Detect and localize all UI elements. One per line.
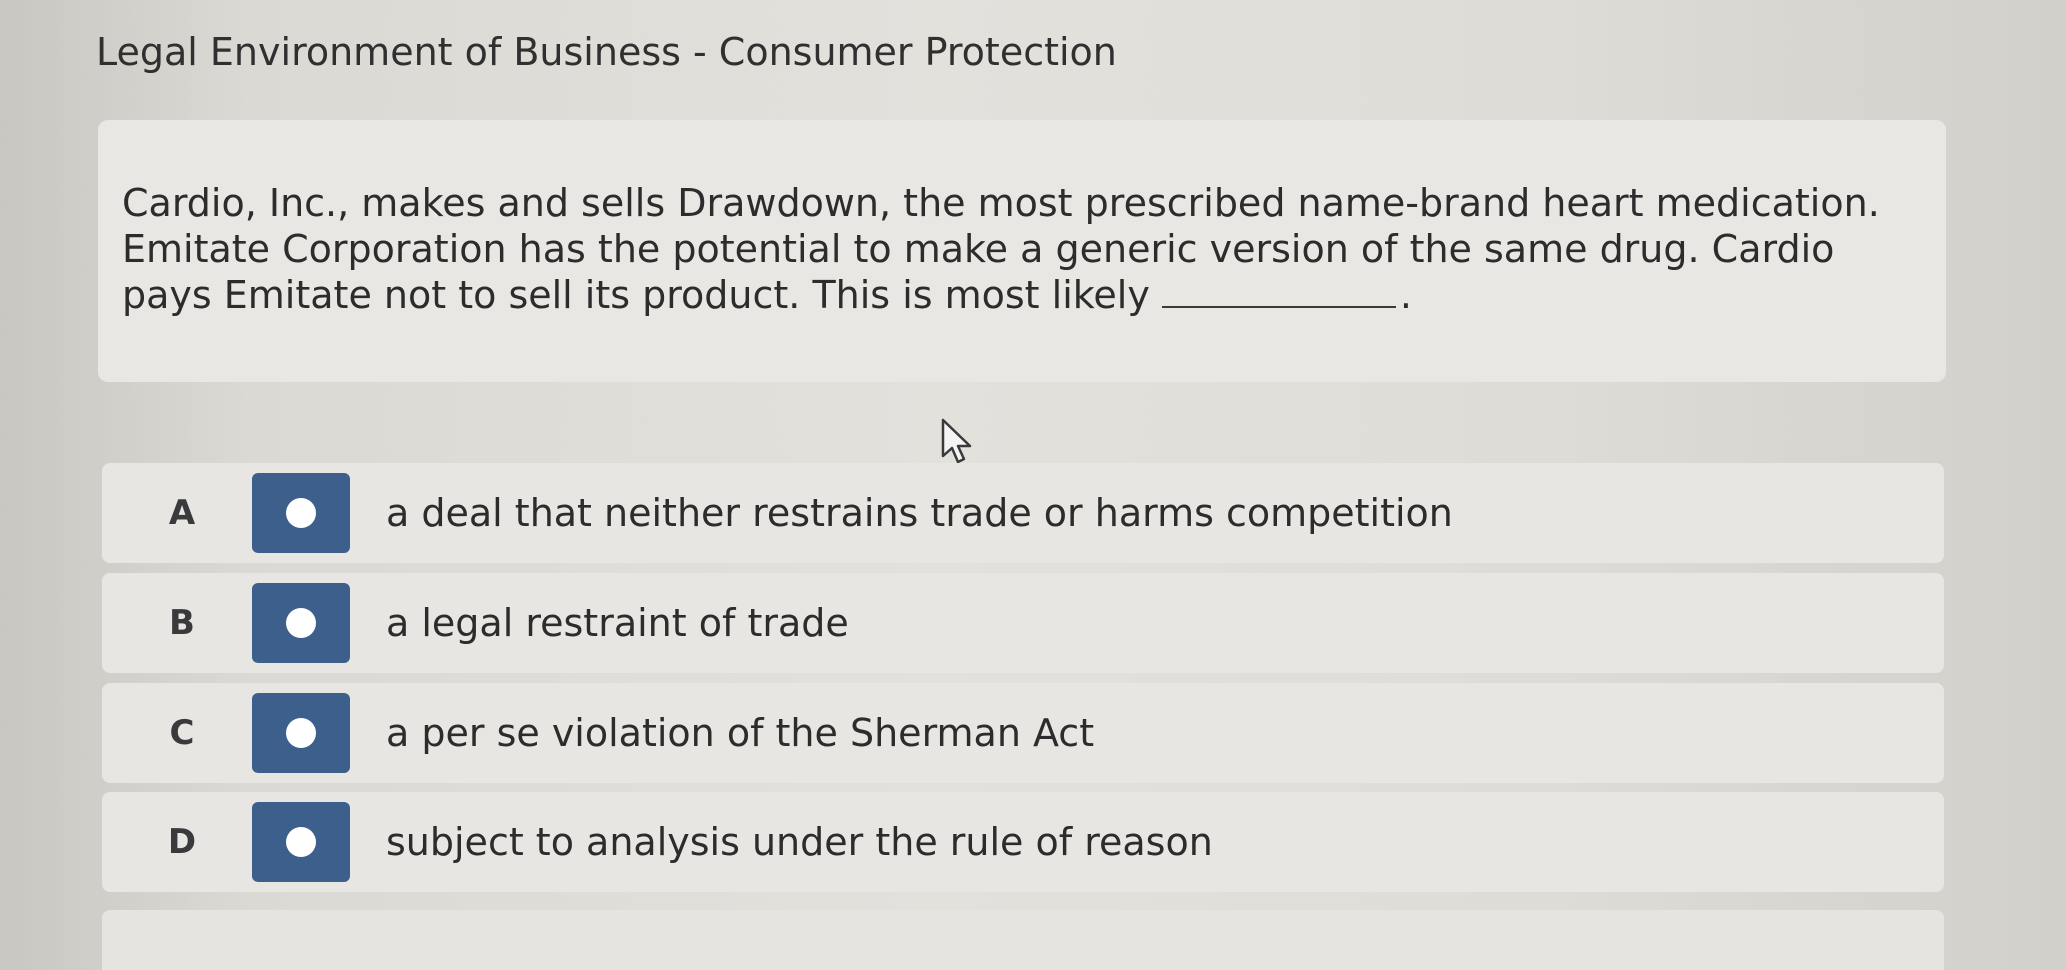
option-a-radio-button[interactable]: [252, 473, 350, 553]
option-row-b[interactable]: B a legal restraint of trade: [102, 573, 1944, 673]
question-stem: Cardio, Inc., makes and sells Drawdown, …: [122, 181, 1880, 317]
option-letter: A: [168, 493, 196, 533]
radio-button-icon: [286, 498, 316, 528]
option-text: a legal restraint of trade: [386, 601, 849, 645]
option-letter: D: [167, 822, 197, 862]
option-text: a per se violation of the Sherman Act: [386, 711, 1095, 755]
option-b-radio-button[interactable]: [252, 583, 350, 663]
option-c-radio-button[interactable]: [252, 693, 350, 773]
option-row-d[interactable]: D subject to analysis under the rule of …: [102, 792, 1944, 892]
option-text: subject to analysis under the rule of re…: [386, 820, 1213, 864]
option-row-c[interactable]: C a per se violation of the Sherman Act: [102, 683, 1944, 783]
radio-button-icon: [286, 608, 316, 638]
question-end-punctuation: .: [1399, 273, 1412, 317]
radio-button-icon: [286, 827, 316, 857]
mouse-pointer-icon: [941, 418, 972, 464]
page-title: Legal Environment of Business - Consumer…: [96, 30, 1117, 74]
question-card: Cardio, Inc., makes and sells Drawdown, …: [98, 120, 1946, 382]
bottom-panel: [102, 910, 1944, 970]
answer-blank: [1161, 276, 1396, 308]
option-row-a[interactable]: A a deal that neither restrains trade or…: [102, 463, 1944, 563]
option-text: a deal that neither restrains trade or h…: [386, 491, 1453, 535]
option-letter: B: [169, 603, 195, 643]
radio-button-icon: [286, 718, 316, 748]
option-letter: C: [169, 713, 195, 753]
question-text: Cardio, Inc., makes and sells Drawdown, …: [122, 180, 1906, 318]
option-d-radio-button[interactable]: [252, 802, 350, 882]
